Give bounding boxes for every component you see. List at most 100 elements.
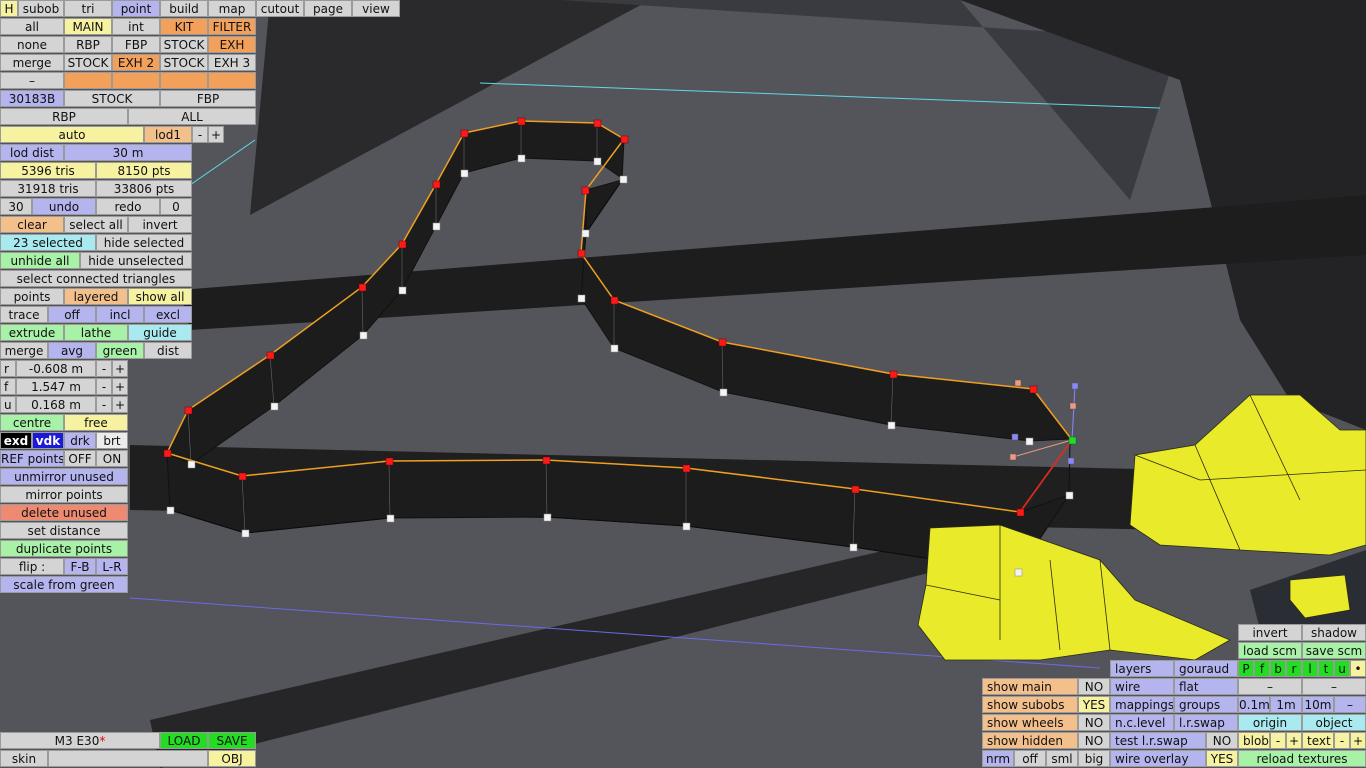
subob-stock-3[interactable]: STOCK <box>160 54 208 71</box>
wire-overlay-toggle[interactable]: YES <box>1206 750 1238 767</box>
size-off-button[interactable]: off <box>1014 750 1046 767</box>
unhide-all-button[interactable]: unhide all <box>0 252 80 269</box>
hide-selected-button[interactable]: hide selected <box>96 234 192 251</box>
tab-point[interactable]: point <box>112 0 160 17</box>
shade-brt-button[interactable]: brt <box>96 432 128 449</box>
subob-exh-3[interactable]: EXH 3 <box>208 54 256 71</box>
show-subobs-toggle[interactable]: YES <box>1078 696 1110 713</box>
mirror-points-button[interactable]: mirror points <box>0 486 128 503</box>
blob-plus-button[interactable]: + <box>1286 732 1302 749</box>
axis-r-value[interactable]: -0.608 m <box>16 360 96 377</box>
shadow-button[interactable]: shadow <box>1302 624 1366 641</box>
show-hidden-toggle[interactable]: NO <box>1078 732 1110 749</box>
grid-1m-button[interactable]: 1m <box>1270 696 1302 713</box>
show-all-button[interactable]: show all <box>128 288 192 305</box>
tab-page[interactable]: page <box>304 0 352 17</box>
save-scm-button[interactable]: save scm <box>1302 642 1366 659</box>
axis-r-minus[interactable]: - <box>96 360 112 377</box>
set-distance-button[interactable]: set distance <box>0 522 128 539</box>
select-none-subobs-button[interactable]: none <box>0 36 64 53</box>
view-p-button[interactable]: P <box>1238 660 1254 677</box>
axis-r-plus[interactable]: + <box>112 360 128 377</box>
subob-rbp-2[interactable]: RBP <box>0 108 128 125</box>
subob-all[interactable]: ALL <box>128 108 256 125</box>
flip-fb-button[interactable]: F-B <box>64 558 96 575</box>
invert-view-button[interactable]: invert <box>1238 624 1302 641</box>
select-connected-button[interactable]: select connected triangles <box>0 270 192 287</box>
merge-avg-button[interactable]: avg <box>48 342 96 359</box>
view-dot-button[interactable]: • <box>1350 660 1366 677</box>
save-button[interactable]: SAVE <box>208 732 256 749</box>
merge-points-button[interactable]: merge <box>0 342 48 359</box>
tab-subob[interactable]: subob <box>18 0 64 17</box>
view-b-button[interactable]: b <box>1270 660 1286 677</box>
text-plus-button[interactable]: + <box>1350 732 1366 749</box>
extrude-button[interactable]: extrude <box>0 324 64 341</box>
invert-selection-button[interactable]: invert <box>128 216 192 233</box>
scale-from-green-button[interactable]: scale from green <box>0 576 128 593</box>
lod-select[interactable]: lod1 <box>144 126 192 143</box>
axis-f-minus[interactable]: - <box>96 378 112 395</box>
flip-lr-button[interactable]: L-R <box>96 558 128 575</box>
clear-selection-button[interactable]: clear <box>0 216 64 233</box>
subob-stock-2[interactable]: STOCK <box>64 54 112 71</box>
lod-minus-button[interactable]: - <box>192 126 208 143</box>
trace-off-button[interactable]: off <box>48 306 96 323</box>
shade-vdk-button[interactable]: vdk <box>32 432 64 449</box>
show-main-toggle[interactable]: NO <box>1078 678 1110 695</box>
load-button[interactable]: LOAD <box>160 732 208 749</box>
groups-button[interactable]: groups <box>1174 696 1238 713</box>
tab-map[interactable]: map <box>208 0 256 17</box>
tab-tri[interactable]: tri <box>64 0 112 17</box>
hide-unselected-button[interactable]: hide unselected <box>80 252 192 269</box>
show-wheels-toggle[interactable]: NO <box>1078 714 1110 731</box>
ref-off-button[interactable]: OFF <box>64 450 96 467</box>
view-t-button[interactable]: t <box>1318 660 1334 677</box>
subob-empty-4[interactable] <box>208 72 256 89</box>
points-mode-button[interactable]: points <box>0 288 64 305</box>
text-minus-button[interactable]: - <box>1334 732 1350 749</box>
lod-plus-button[interactable]: + <box>208 126 224 143</box>
pivot-centre-button[interactable]: centre <box>0 414 64 431</box>
view-r-button[interactable]: r <box>1286 660 1302 677</box>
merge-green-button[interactable]: green <box>96 342 144 359</box>
tab-cutout[interactable]: cutout <box>256 0 304 17</box>
grid-01m-button[interactable]: 0.1m <box>1238 696 1270 713</box>
ref-on-button[interactable]: ON <box>96 450 128 467</box>
subob-dash-button[interactable]: – <box>0 72 64 89</box>
shade-drk-button[interactable]: drk <box>64 432 96 449</box>
mappings-button[interactable]: mappings <box>1110 696 1174 713</box>
subob-kit[interactable]: KIT <box>160 18 208 35</box>
subob-empty-2[interactable] <box>112 72 160 89</box>
axis-f-plus[interactable]: + <box>112 378 128 395</box>
lod-auto-button[interactable]: auto <box>0 126 144 143</box>
subob-main[interactable]: MAIN <box>64 18 112 35</box>
unmirror-unused-button[interactable]: unmirror unused <box>0 468 128 485</box>
subob-filter[interactable]: FILTER <box>208 18 256 35</box>
test-lr-swap-toggle[interactable]: NO <box>1206 732 1238 749</box>
guide-button[interactable]: guide <box>128 324 192 341</box>
shade-exd-button[interactable]: exd <box>0 432 32 449</box>
subob-empty-1[interactable] <box>64 72 112 89</box>
nc-level-button[interactable]: n.c.level <box>1110 714 1174 731</box>
dash-button-1[interactable]: – <box>1238 678 1302 695</box>
axis-u-minus[interactable]: - <box>96 396 112 413</box>
lod-dist-value[interactable]: 30 m <box>64 144 192 161</box>
layered-mode-button[interactable]: layered <box>64 288 128 305</box>
size-big-button[interactable]: big <box>1078 750 1110 767</box>
active-point[interactable] <box>1068 436 1077 445</box>
gouraud-button[interactable]: gouraud <box>1174 660 1238 677</box>
pivot-free-button[interactable]: free <box>64 414 128 431</box>
view-l-button[interactable]: l <box>1302 660 1318 677</box>
subob-stock-4[interactable]: STOCK <box>64 90 160 107</box>
subob-int[interactable]: int <box>112 18 160 35</box>
subob-stock[interactable]: STOCK <box>160 36 208 53</box>
subob-rbp[interactable]: RBP <box>64 36 112 53</box>
subob-fbp[interactable]: FBP <box>112 36 160 53</box>
axis-f-value[interactable]: 1.547 m <box>16 378 96 395</box>
select-all-button[interactable]: select all <box>64 216 128 233</box>
axis-u-value[interactable]: 0.168 m <box>16 396 96 413</box>
subob-empty-3[interactable] <box>160 72 208 89</box>
size-nrm-button[interactable]: nrm <box>982 750 1014 767</box>
lr-swap-button[interactable]: l.r.swap <box>1174 714 1238 731</box>
